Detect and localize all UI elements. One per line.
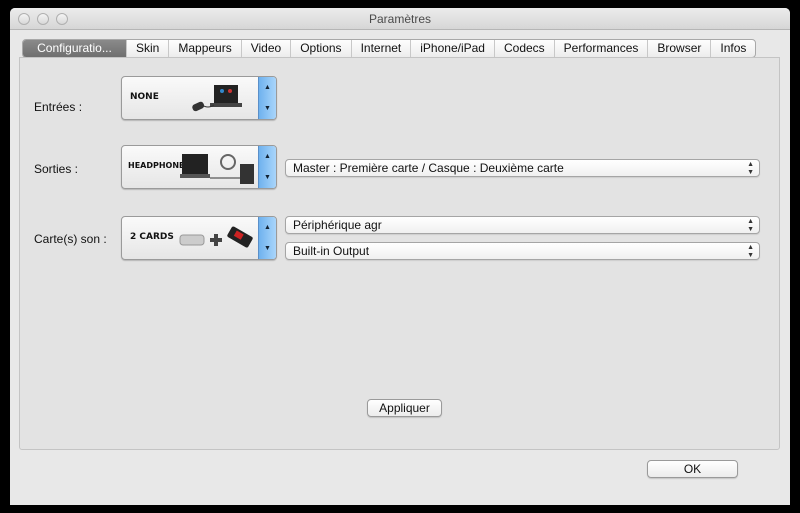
configuration-panel: Entrées : NONE ▲ ▼ Sorties : HEADPHONES ▲… (19, 57, 780, 450)
tab-iphone-ipad[interactable]: iPhone/iPad (410, 40, 494, 57)
aggregate-device-value: Périphérique agr (293, 218, 382, 232)
select-arrows-icon: ▲ ▼ (747, 161, 754, 176)
up-arrow-icon[interactable]: ▲ (259, 217, 276, 238)
tab-options[interactable]: Options (290, 40, 350, 57)
outputs-stepper[interactable]: ▲ ▼ (258, 146, 276, 188)
title-bar: Paramètres (10, 8, 790, 30)
outputs-label: Sorties : (34, 162, 79, 176)
ok-button[interactable]: OK (647, 460, 738, 478)
tab-bar: Configuratio... Skin Mappeurs Video Opti… (22, 39, 757, 58)
window-title: Paramètres (368, 12, 432, 26)
up-arrow-icon[interactable]: ▲ (259, 77, 276, 98)
close-button[interactable] (18, 13, 30, 25)
output-device-value: Built-in Output (293, 244, 370, 258)
down-arrow-icon[interactable]: ▼ (259, 98, 276, 119)
select-arrows-icon: ▲ ▼ (747, 218, 754, 233)
settings-window: Paramètres Configuratio... Skin Mappeurs… (10, 8, 790, 505)
tab-codecs[interactable]: Codecs (493, 40, 554, 57)
two-soundcards-icon (179, 226, 253, 248)
outputs-picker[interactable]: HEADPHONES ▲ ▼ (121, 145, 277, 189)
tab-infos[interactable]: Infos (710, 40, 755, 57)
tab-internet[interactable]: Internet (350, 40, 411, 57)
inputs-picker[interactable]: NONE ▲ ▼ (121, 76, 277, 120)
tab-browser[interactable]: Browser (647, 40, 710, 57)
soundcards-picker-label: 2 CARDS (130, 232, 174, 242)
inputs-label: Entrées : (34, 100, 83, 114)
inputs-picker-label: NONE (130, 92, 159, 102)
up-arrow-icon[interactable]: ▲ (259, 146, 276, 167)
down-arrow-icon[interactable]: ▼ (259, 238, 276, 259)
tab-skin[interactable]: Skin (126, 40, 168, 57)
minimize-button[interactable] (37, 13, 49, 25)
output-routing-select[interactable]: Master : Première carte / Casque : Deuxi… (285, 159, 760, 177)
down-arrow-icon[interactable]: ▼ (259, 167, 276, 188)
inputs-stepper[interactable]: ▲ ▼ (258, 77, 276, 119)
tab-mappeurs[interactable]: Mappeurs (168, 40, 240, 57)
tab-performances[interactable]: Performances (553, 40, 648, 57)
laptop-icon (192, 85, 242, 112)
tab-configuration[interactable]: Configuratio... (23, 40, 126, 57)
soundcards-stepper[interactable]: ▲ ▼ (258, 217, 276, 259)
aggregate-device-select[interactable]: Périphérique agr ▲ ▼ (285, 216, 760, 234)
apply-button[interactable]: Appliquer (367, 399, 442, 417)
output-device-select[interactable]: Built-in Output ▲ ▼ (285, 242, 760, 260)
laptop-headphones-speaker-icon (180, 154, 254, 184)
soundcards-label: Carte(s) son : (34, 232, 107, 246)
select-arrows-icon: ▲ ▼ (747, 244, 754, 259)
zoom-button[interactable] (56, 13, 68, 25)
output-routing-value: Master : Première carte / Casque : Deuxi… (293, 161, 564, 175)
soundcards-picker[interactable]: 2 CARDS ▲ ▼ (121, 216, 277, 260)
tab-video[interactable]: Video (240, 40, 290, 57)
